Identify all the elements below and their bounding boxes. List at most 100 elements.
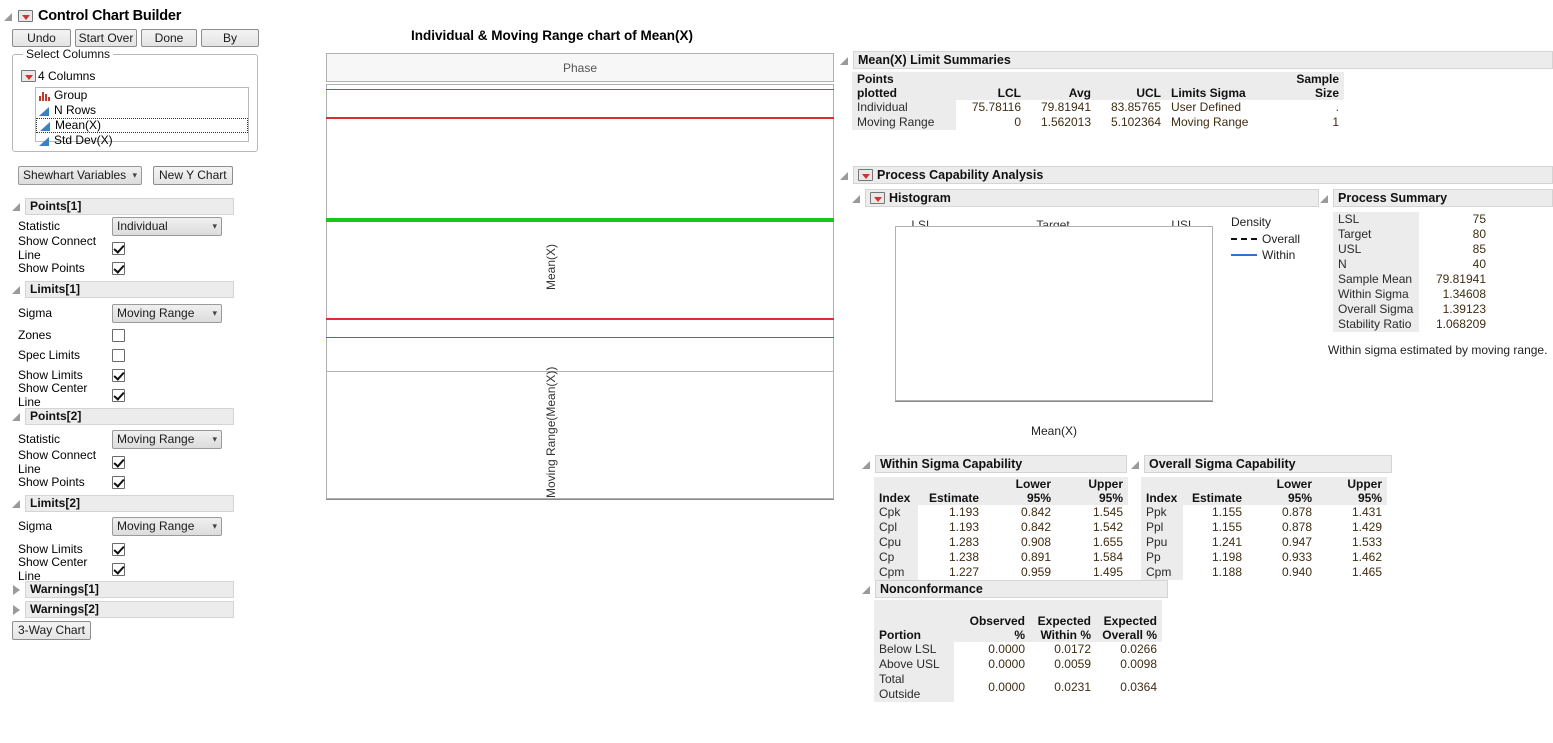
window-title-bar: Control Chart Builder <box>4 6 181 26</box>
histogram-menu-icon[interactable] <box>870 192 885 204</box>
table-row: Above USL0.00000.00590.0098 <box>874 657 1162 672</box>
start-over-button[interactable]: Start Over <box>75 29 137 47</box>
col-sample-size: Sample Size <box>1264 72 1344 100</box>
cell-within: 0.0231 <box>1030 672 1096 702</box>
points2-title: Points[2] <box>25 408 234 425</box>
limits2-show-limits-checkbox[interactable] <box>112 543 125 556</box>
by-button[interactable]: By <box>201 29 259 47</box>
points1-title: Points[1] <box>25 198 234 215</box>
column-item-mean-x[interactable]: Mean(X) <box>36 118 248 133</box>
points2-statistic-select[interactable]: Moving Range ▾ <box>112 430 222 449</box>
cell-label: Target <box>1333 227 1419 242</box>
cell-observed: 0.0000 <box>954 642 1030 657</box>
legend-label: Overall <box>1262 232 1300 246</box>
moving-range-chart-plot-area[interactable] <box>326 372 834 499</box>
limits2-sigma-value: Moving Range <box>117 518 194 535</box>
within-sigma-header[interactable]: Within Sigma Capability <box>862 455 1127 473</box>
cell-portion: Above USL <box>874 657 954 672</box>
section-limits1[interactable]: Limits[1] <box>12 281 234 298</box>
table-row: N40 <box>1333 257 1491 272</box>
col-index: Index <box>1141 477 1183 505</box>
warnings2-disclosure-icon[interactable] <box>12 605 21 614</box>
nonconformance-header[interactable]: Nonconformance <box>862 580 1168 598</box>
cell-within: 0.0172 <box>1030 642 1096 657</box>
column-item-group[interactable]: Group <box>36 88 248 103</box>
overall-sigma-header[interactable]: Overall Sigma Capability <box>1131 455 1392 473</box>
histogram-plot-area[interactable] <box>895 226 1213 401</box>
window-menu-icon[interactable] <box>18 10 33 22</box>
x-axis-line <box>326 499 834 500</box>
cell-index: Pp <box>1141 550 1183 565</box>
columns-count-row[interactable]: 4 Columns <box>21 69 95 83</box>
table-row: Cp1.2380.8911.584 <box>874 550 1128 565</box>
section-warnings2[interactable]: Warnings[2] <box>12 601 234 618</box>
limit-line-lsl <box>326 337 834 338</box>
section-points1[interactable]: Points[1] <box>12 198 234 215</box>
points1-connect-line-checkbox[interactable] <box>112 242 125 255</box>
histogram-title-bar: Histogram <box>865 189 1319 207</box>
column-item-std-dev-x[interactable]: Std Dev(X) <box>36 133 248 148</box>
legend-item-overall[interactable]: Overall <box>1231 231 1300 247</box>
points1-show-points-checkbox[interactable] <box>112 262 125 275</box>
limits1-zones-row: Zones <box>18 325 125 345</box>
within-sigma-disclosure-icon[interactable] <box>862 460 871 469</box>
column-item-n-rows[interactable]: N Rows <box>36 103 248 118</box>
table-row: Target80 <box>1333 227 1491 242</box>
points2-disclosure-icon[interactable] <box>12 412 21 421</box>
cell-upper: 1.542 <box>1056 520 1128 535</box>
limits2-disclosure-icon[interactable] <box>12 499 21 508</box>
process-capability-disclosure-icon[interactable] <box>840 171 849 180</box>
process-capability-header[interactable]: Process Capability Analysis <box>840 166 1553 184</box>
cell-value: 1.068209 <box>1419 317 1491 332</box>
three-way-chart-button[interactable]: 3-Way Chart <box>12 621 91 640</box>
new-y-chart-button[interactable]: New Y Chart <box>153 166 233 185</box>
col-portion: Portion <box>874 600 954 642</box>
histogram-disclosure-icon[interactable] <box>852 194 861 203</box>
process-summary-disclosure-icon[interactable] <box>1320 194 1329 203</box>
nonconformance-disclosure-icon[interactable] <box>862 585 871 594</box>
section-limits2[interactable]: Limits[2] <box>12 495 234 512</box>
done-button[interactable]: Done <box>141 29 197 47</box>
columns-list[interactable]: Group N Rows Mean(X) Std Dev(X) <box>35 87 249 142</box>
limits1-show-limits-checkbox[interactable] <box>112 369 125 382</box>
histogram-header[interactable]: Histogram <box>852 189 1319 207</box>
columns-menu-icon[interactable] <box>21 70 36 82</box>
points2-show-points-checkbox[interactable] <box>112 476 125 489</box>
overall-sigma-disclosure-icon[interactable] <box>1131 460 1140 469</box>
limits2-center-line-checkbox[interactable] <box>112 563 125 576</box>
process-summary-header[interactable]: Process Summary <box>1320 189 1553 207</box>
col-avg: Avg <box>1026 72 1096 100</box>
table-row: Below LSL0.00000.01720.0266 <box>874 642 1162 657</box>
points1-disclosure-icon[interactable] <box>12 202 21 211</box>
limits1-center-line-checkbox[interactable] <box>112 389 125 402</box>
limits1-zones-label: Zones <box>18 328 112 342</box>
cell-points-plotted: Individual <box>852 100 956 115</box>
cell-upper: 1.431 <box>1317 505 1387 520</box>
table-row: Ppl1.1550.8781.429 <box>1141 520 1387 535</box>
cell-index: Cpm <box>874 565 918 580</box>
limit-summaries-header[interactable]: Mean(X) Limit Summaries <box>840 51 1553 69</box>
warnings1-disclosure-icon[interactable] <box>12 585 21 594</box>
cell-limits-sigma: User Defined <box>1166 100 1264 115</box>
window-disclosure-icon[interactable] <box>4 12 13 21</box>
individual-chart-plot-area[interactable] <box>326 84 834 372</box>
legend-item-within[interactable]: Within <box>1231 247 1300 263</box>
points1-statistic-select[interactable]: Individual ▾ <box>112 217 222 236</box>
limits2-sigma-select[interactable]: Moving Range ▾ <box>112 517 222 536</box>
limits1-spec-limits-checkbox[interactable] <box>112 349 125 362</box>
limits1-zones-checkbox[interactable] <box>112 329 125 342</box>
cell-ucl: 83.85765 <box>1096 100 1166 115</box>
points2-connect-line-checkbox[interactable] <box>112 456 125 469</box>
cell-value: 80 <box>1419 227 1491 242</box>
limits1-disclosure-icon[interactable] <box>12 285 21 294</box>
undo-button[interactable]: Undo <box>12 29 71 47</box>
cell-label: Overall Sigma <box>1333 302 1419 317</box>
cell-avg: 79.81941 <box>1026 100 1096 115</box>
shewhart-variables-select[interactable]: Shewhart Variables ▾ <box>18 166 142 185</box>
limit-line-avg <box>326 218 834 222</box>
limits1-sigma-select[interactable]: Moving Range ▾ <box>112 304 222 323</box>
limit-summaries-disclosure-icon[interactable] <box>840 56 849 65</box>
process-capability-menu-icon[interactable] <box>858 169 873 181</box>
section-points2[interactable]: Points[2] <box>12 408 234 425</box>
section-warnings1[interactable]: Warnings[1] <box>12 581 234 598</box>
